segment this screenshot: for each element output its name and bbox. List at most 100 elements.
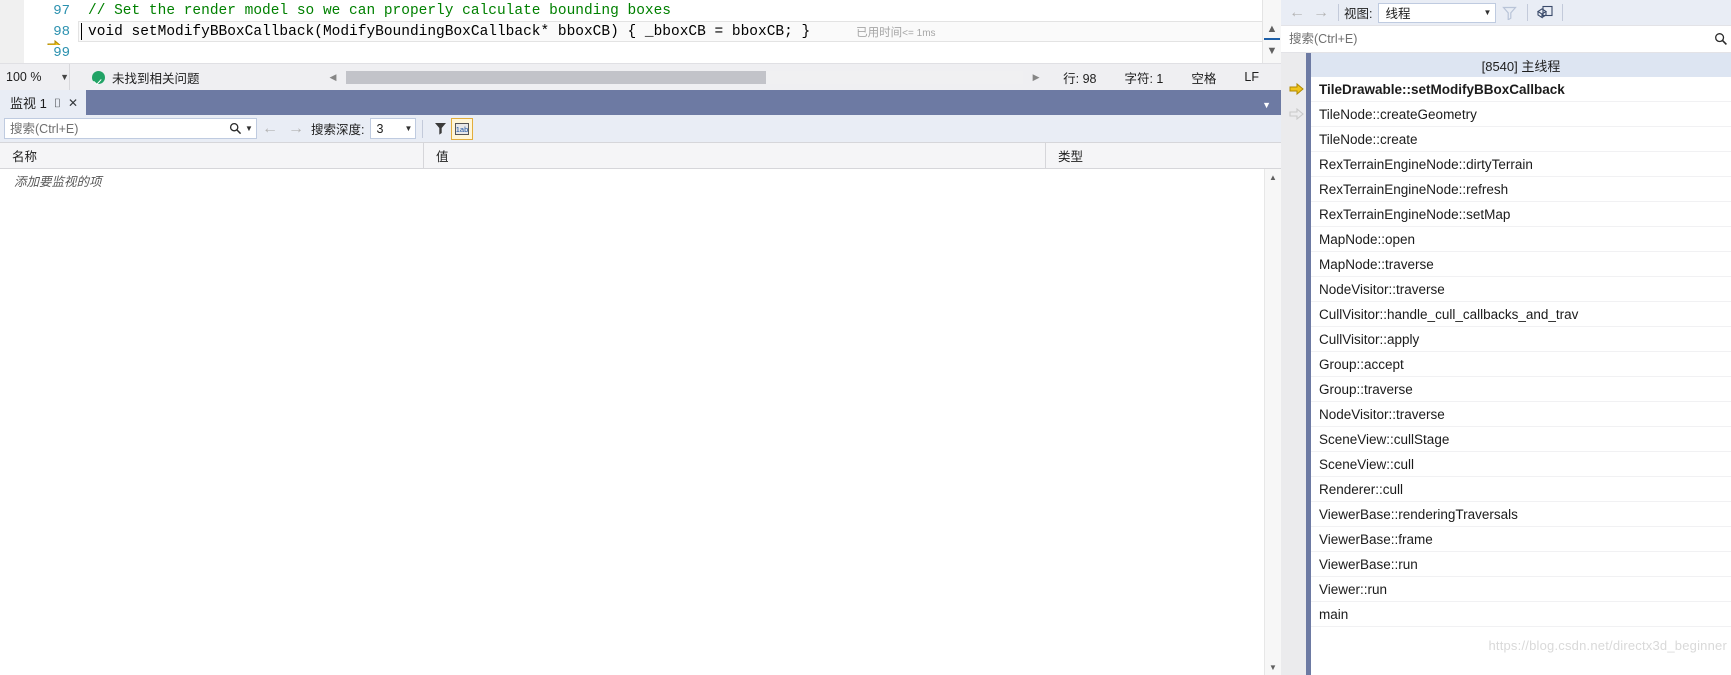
error-status[interactable]: 未找到相关问题 [70,68,320,87]
code-line-98[interactable]: 98 void setModifyBBoxCallback(ModifyBoun… [0,21,1281,53]
hscroll-thumb[interactable] [346,70,766,84]
view-combo[interactable]: 线程 ▼ [1378,2,1497,23]
arrow-right-icon[interactable]: → [283,118,309,140]
toolbar-divider [422,119,424,138]
call-stack-frame[interactable]: MapNode::traverse [1311,252,1731,277]
funnel-filter-icon[interactable] [1496,2,1522,23]
search-input[interactable] [5,119,225,138]
call-stack-frame[interactable]: Group::traverse [1311,377,1731,402]
chevron-down-icon[interactable]: ▼ [1479,8,1495,17]
call-stack-frame-label: SceneView::cullStage [1319,431,1450,447]
callstack-settings-icon[interactable] [1533,2,1557,23]
call-stack-frame[interactable]: RexTerrainEngineNode::refresh [1311,177,1731,202]
search-input[interactable] [1281,31,1711,47]
status-bar-right: 行: 98 字符: 1 空格 LF [1049,68,1281,87]
hscroll-track[interactable] [346,70,1024,84]
call-stack-list[interactable]: [8540] 主线程 TileDrawable::setModifyBBoxCal… [1281,53,1731,675]
glyph-margin[interactable] [0,21,63,53]
call-stack-frame[interactable]: CullVisitor::apply [1311,327,1731,352]
watch-grid-body[interactable]: 添加要监视的项 ▲ ▼ [0,169,1281,675]
call-stack-frame-label: Group::traverse [1319,381,1413,397]
column-indicator: 字符: 1 [1124,71,1164,86]
chevron-down-icon[interactable]: ▼ [245,124,256,133]
call-stack-frame[interactable]: CullVisitor::handle_cull_callbacks_and_t… [1311,302,1731,327]
call-stack-frame[interactable]: NodeVisitor::traverse [1311,277,1731,302]
call-stack-frame-label: RexTerrainEngineNode::setMap [1319,206,1511,222]
glyph-margin[interactable] [0,42,24,63]
call-stack-frame-label: TileNode::create [1319,131,1418,147]
glyph-margin[interactable] [0,0,24,21]
code-editor[interactable]: ▲ ▼ 97 // Set the render model so we can… [0,0,1281,63]
call-stack-frame[interactable]: NodeVisitor::traverse [1311,402,1731,427]
call-stack-frame-label: ViewerBase::frame [1319,531,1433,547]
call-stack-frame[interactable]: TileNode::createGeometry [1288,102,1731,127]
search-depth-combo[interactable]: 3 ▼ [370,118,417,139]
call-stack-frame[interactable]: SceneView::cull [1311,452,1731,477]
watch-vertical-scrollbar[interactable]: ▲ ▼ [1264,169,1281,675]
arrow-left-icon[interactable]: ← [257,118,283,140]
code-text: // Set the render model so we can proper… [88,2,671,19]
call-stack-frame-label: CullVisitor::handle_cull_callbacks_and_t… [1319,306,1579,322]
call-stack-frame[interactable]: RexTerrainEngineNode::dirtyTerrain [1311,152,1731,177]
call-stack-frame-label: ViewerBase::renderingTraversals [1319,506,1518,522]
call-stack-search-box[interactable] [1281,25,1731,53]
column-header-type[interactable]: 类型 [1046,143,1281,168]
editor-horizontal-scrollbar[interactable]: ◀ ▶ [320,64,1049,90]
scroll-left-icon[interactable]: ◀ [320,72,346,83]
pin-icon[interactable]: ⌷ [54,97,61,109]
filter-icon[interactable] [429,118,451,140]
close-icon[interactable]: ✕ [68,97,78,109]
code-line-97[interactable]: 97 // Set the render model so we can pro… [0,0,1281,21]
column-header-value[interactable]: 值 [424,143,1046,168]
hex-display-icon[interactable]: 1ab [451,117,474,140]
code-line-99[interactable]: 99 [0,42,1281,63]
call-stack-frame[interactable]: ViewerBase::frame [1311,527,1731,552]
call-stack-frame-label: RexTerrainEngineNode::refresh [1319,181,1509,197]
call-stack-frame-label: Group::accept [1319,356,1404,372]
scroll-up-icon[interactable]: ▲ [1265,169,1281,185]
chevron-down-icon[interactable]: ▼ [1262,100,1271,110]
call-stack-frame[interactable]: ViewerBase::renderingTraversals [1311,502,1731,527]
tab-watch-1[interactable]: 监视 1 ⌷ ✕ [0,90,87,115]
chevron-down-icon[interactable]: ▼ [401,124,415,133]
call-stack-frame[interactable]: Viewer::run [1311,577,1731,602]
search-icon[interactable] [1711,32,1731,46]
call-stack-rows[interactable]: [8540] 主线程 TileDrawable::setModifyBBoxCal… [1288,53,1731,675]
call-stack-frame[interactable]: Renderer::cull [1311,477,1731,502]
call-stack-frame[interactable]: RexTerrainEngineNode::setMap [1311,202,1731,227]
toolbar-divider [1527,4,1529,21]
call-stack-frame[interactable]: ViewerBase::run [1311,552,1731,577]
call-stack-frame-label: ViewerBase::run [1319,556,1418,572]
call-stack-frame[interactable]: MapNode::open [1311,227,1731,252]
svg-text:1ab: 1ab [456,125,469,134]
search-icon[interactable] [225,122,245,135]
call-stack-frame[interactable]: Group::accept [1311,352,1731,377]
status-ok-icon [92,70,105,84]
scroll-right-icon[interactable]: ▶ [1023,72,1049,83]
arrow-right-icon[interactable]: → [1309,2,1333,23]
arrow-left-icon[interactable]: ← [1285,2,1309,23]
call-stack-frame[interactable]: SceneView::cullStage [1311,427,1731,452]
search-depth-label: 搜索深度: [311,123,365,137]
call-stack-frame-label: RexTerrainEngineNode::dirtyTerrain [1319,156,1533,172]
zoom-level-value: 100 % [6,70,42,84]
call-stack-frame[interactable]: TileDrawable::setModifyBBoxCallback [1289,77,1731,102]
call-stack-frame[interactable]: main [1311,602,1731,627]
call-stack-frame-label: Viewer::run [1319,581,1388,597]
code-text: void setModifyBBoxCallback(ModifyBoundin… [88,23,811,40]
toolbar-divider [1338,4,1339,21]
watch-grid-header: 名称 值 类型 [0,142,1281,169]
scroll-down-icon[interactable]: ▼ [1265,659,1281,675]
call-stack-frame-label: TileNode::createGeometry [1319,106,1477,122]
chevron-down-icon[interactable]: ▼ [60,72,69,82]
thread-header[interactable]: [8540] 主线程 [1311,53,1731,77]
call-stack-frame-label: NodeVisitor::traverse [1319,406,1445,422]
line-number: 99 [24,44,78,61]
tab-label: 监视 1 [10,96,47,111]
add-watch-item-row[interactable]: 添加要监视的项 [0,169,1281,191]
watch-search-box[interactable]: ▼ [4,118,257,139]
editor-status-bar: 100 % ▼ 未找到相关问题 ◀ ▶ 行: 98 字符: 1 空格 LF [0,63,1281,90]
column-header-name[interactable]: 名称 [0,143,424,168]
current-statement-arrow-icon [4,24,63,53]
call-stack-frame[interactable]: TileNode::create [1311,127,1731,152]
